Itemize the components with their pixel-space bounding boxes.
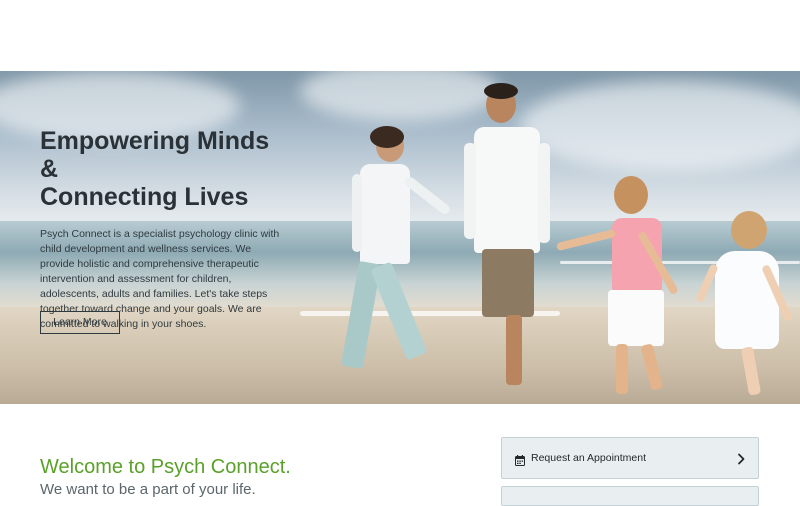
request-appointment-label: Request an Appointment xyxy=(531,452,646,464)
secondary-sidebar-card[interactable] xyxy=(501,486,759,506)
hero-person-man xyxy=(462,83,572,393)
hero-person-woman xyxy=(340,126,458,386)
hero-title-line-1: Empowering Minds & xyxy=(40,127,270,183)
welcome-subtitle: We want to be a part of your life. xyxy=(40,481,256,498)
learn-more-button[interactable]: Learn More xyxy=(40,311,120,334)
hero-text-block: Empowering Minds & Connecting Lives Psyc… xyxy=(40,127,290,332)
hero-banner: Empowering Minds & Connecting Lives Psyc… xyxy=(0,71,800,404)
hero-title: Empowering Minds & Connecting Lives xyxy=(40,127,290,211)
hero-person-child xyxy=(695,211,800,401)
hero-title-line-2: Connecting Lives xyxy=(40,183,249,211)
calendar-icon xyxy=(515,453,525,466)
site-header xyxy=(0,0,800,71)
request-appointment-button[interactable]: Request an Appointment xyxy=(501,437,759,479)
welcome-title: Welcome to Psych Connect. xyxy=(40,456,291,478)
chevron-right-icon xyxy=(736,452,746,465)
hero-person-girl xyxy=(555,176,692,401)
